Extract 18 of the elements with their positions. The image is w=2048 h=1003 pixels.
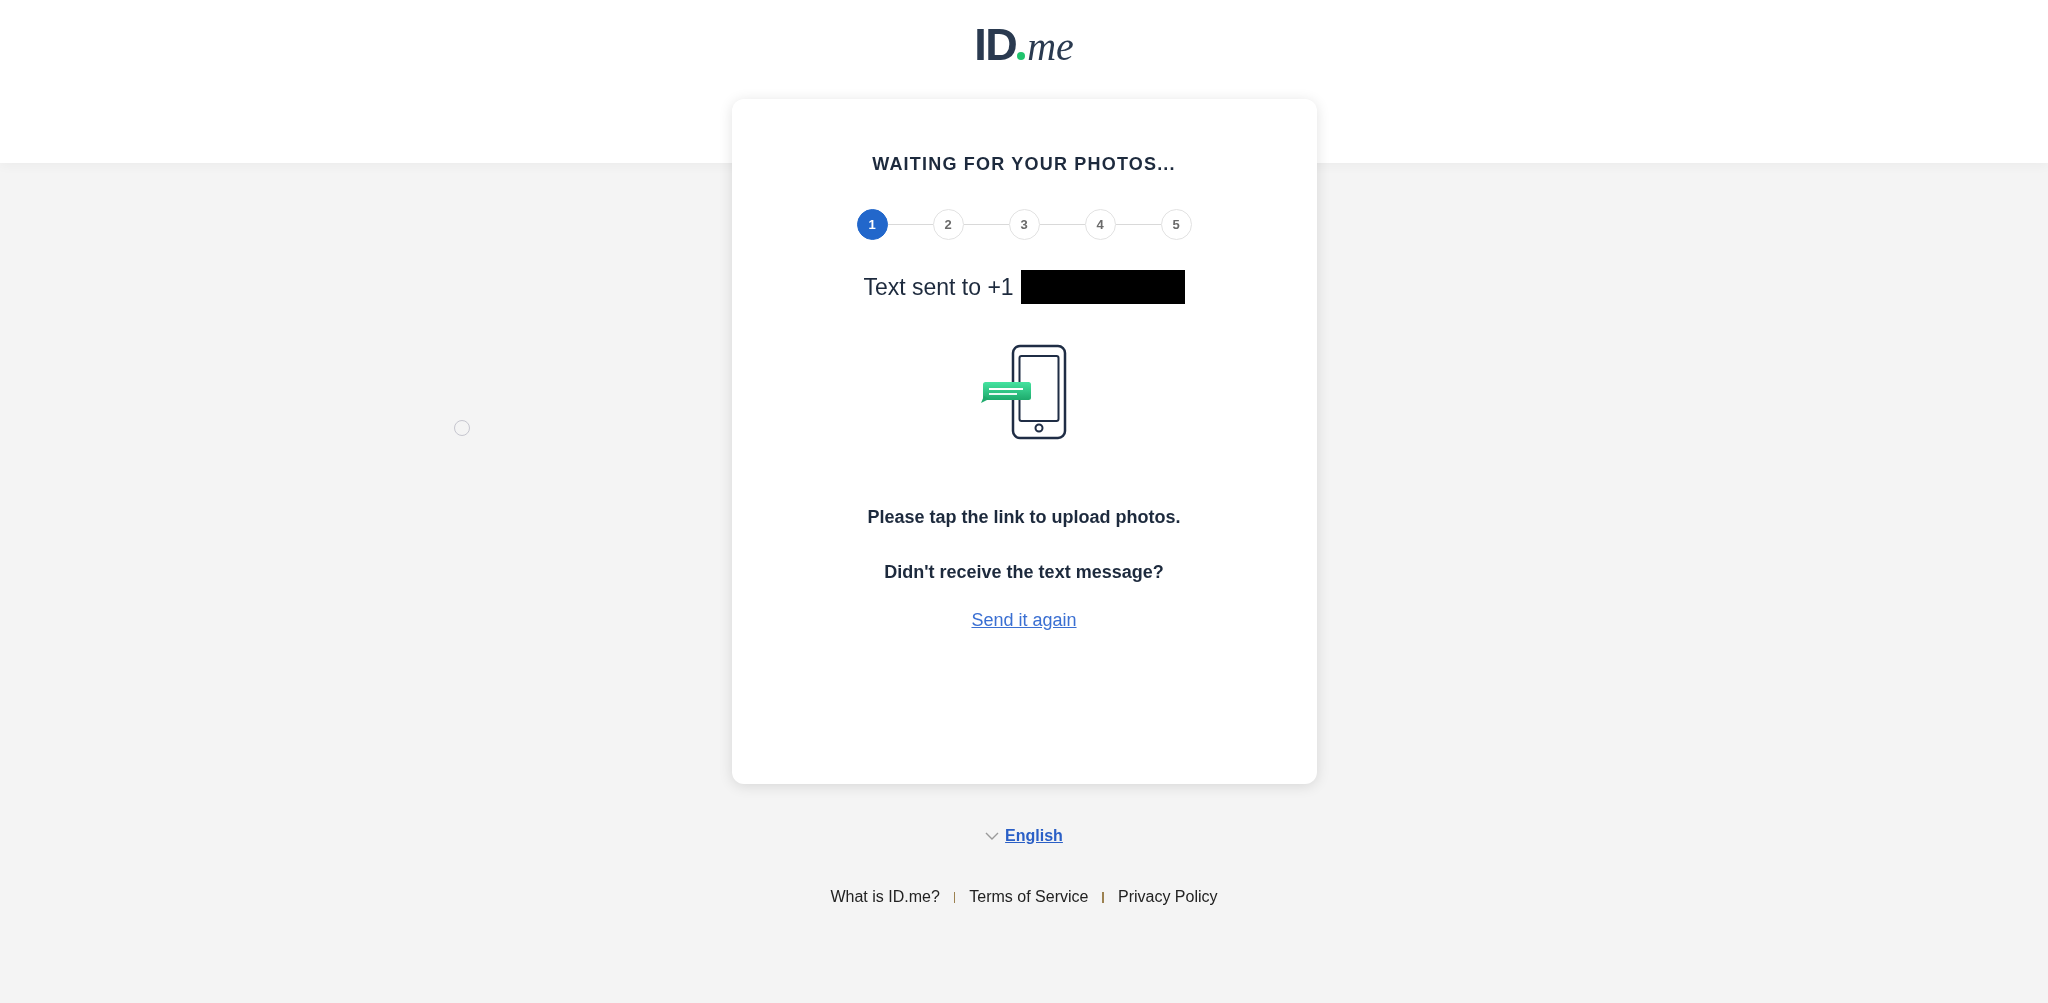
- sent-to-text: Text sent to +1: [863, 273, 1014, 302]
- footer-link[interactable]: Privacy Policy: [1117, 886, 1218, 908]
- instruction-text: Please tap the link to upload photos.: [867, 506, 1181, 529]
- page-title: WAITING FOR YOUR PHOTOS...: [872, 153, 1176, 176]
- footer-link[interactable]: Terms of Service: [969, 886, 1089, 908]
- footer-link[interactable]: What is ID.me?: [830, 886, 940, 908]
- phone-chat-icon: [980, 344, 1068, 440]
- logo-link[interactable]: ID me: [974, 22, 1074, 66]
- step-indicator: 2: [932, 209, 964, 240]
- resend-link[interactable]: Send it again: [971, 607, 1077, 633]
- language-link[interactable]: English: [985, 825, 1063, 847]
- question-text: Didn't receive the text message?: [884, 561, 1164, 584]
- dot-icon: [1017, 52, 1026, 60]
- step-indicator: 1: [856, 209, 888, 240]
- chevron-down-icon: [985, 832, 1000, 840]
- step-indicator: 4: [1084, 209, 1116, 240]
- step-indicator: 5: [1160, 209, 1192, 240]
- step-indicator: 3: [1008, 209, 1040, 240]
